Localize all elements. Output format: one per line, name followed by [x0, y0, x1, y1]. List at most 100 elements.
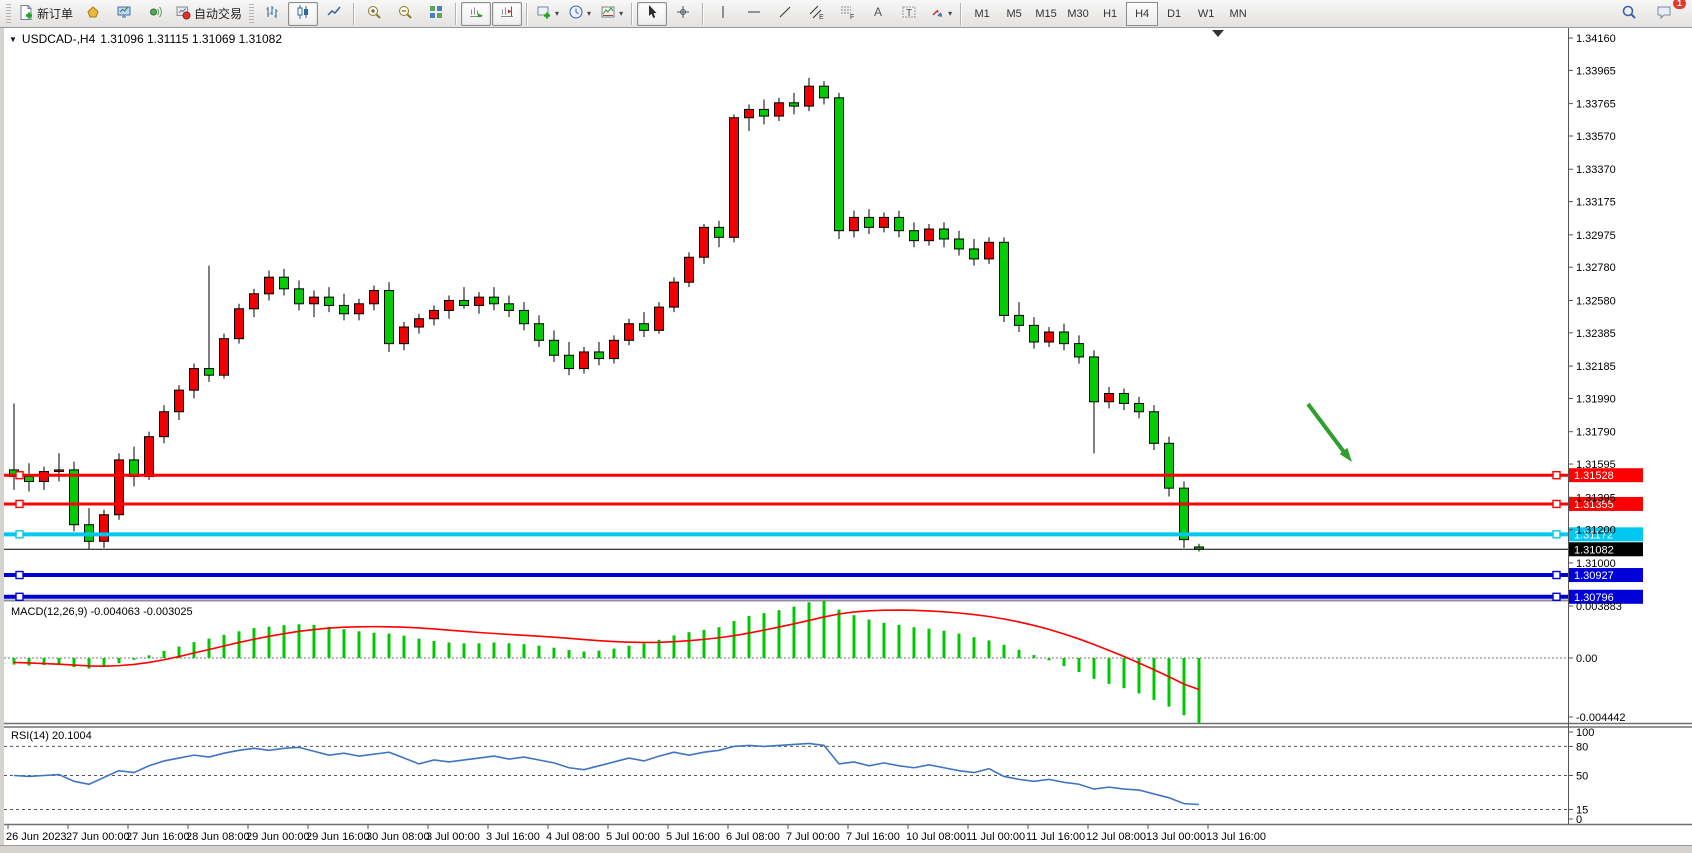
timeframe-M30[interactable]: M30	[1062, 2, 1094, 26]
svg-text:1.32975: 1.32975	[1576, 230, 1616, 242]
line-handle[interactable]	[16, 500, 23, 507]
new-order-icon	[18, 4, 34, 23]
trendline-icon	[777, 4, 793, 23]
new-order-button[interactable]: 新订单	[14, 2, 77, 26]
svg-text:1.31790: 1.31790	[1576, 427, 1616, 439]
search-button[interactable]	[1614, 2, 1644, 26]
svg-text:A: A	[874, 5, 882, 19]
svg-text:27 Jun 16:00: 27 Jun 16:00	[126, 831, 190, 843]
vertical-line-button[interactable]	[708, 2, 738, 26]
svg-text:13 Jul 16:00: 13 Jul 16:00	[1206, 831, 1266, 843]
horizontal-line-button[interactable]	[739, 2, 769, 26]
gold-button[interactable]	[78, 2, 108, 26]
new-chart-button[interactable]: ▾	[532, 2, 563, 26]
line-handle[interactable]	[16, 572, 23, 579]
svg-text:1.31595: 1.31595	[1576, 459, 1616, 471]
line-handle[interactable]	[1553, 472, 1560, 479]
cursor-button[interactable]	[637, 2, 667, 26]
svg-text:1.34160: 1.34160	[1576, 33, 1616, 45]
text-label-button[interactable]: T	[894, 2, 924, 26]
toolbar-grip[interactable]	[6, 4, 11, 24]
fibonacci-button[interactable]: F	[832, 2, 862, 26]
auto-scroll-button[interactable]	[461, 2, 491, 26]
line-chart-button[interactable]	[319, 2, 349, 26]
svg-text:1.30927: 1.30927	[1574, 570, 1614, 582]
chart-shift-button[interactable]	[492, 2, 522, 26]
toolbar-grip[interactable]	[249, 4, 254, 24]
tile-windows-button[interactable]	[421, 2, 451, 26]
announcement-button[interactable]	[140, 2, 170, 26]
candlestick-chart-icon	[295, 4, 311, 23]
window-bottom-edge	[0, 845, 1692, 853]
zoom-in-button[interactable]	[359, 2, 389, 26]
svg-text:5 Jul 16:00: 5 Jul 16:00	[666, 831, 720, 843]
line-handle[interactable]	[1553, 593, 1560, 600]
text-button[interactable]: A	[863, 2, 893, 26]
candles-layer	[10, 78, 1204, 552]
timeframe-MN[interactable]: MN	[1222, 2, 1254, 26]
svg-text:1.31200: 1.31200	[1576, 525, 1616, 537]
svg-text:1.31395: 1.31395	[1576, 492, 1616, 504]
speaker-icon	[147, 4, 163, 23]
timeframe-D1[interactable]: D1	[1158, 2, 1190, 26]
chart-window[interactable]: 1.315281.313551.311721.309271.307961.310…	[4, 28, 1692, 845]
chart-shift-icon	[499, 4, 515, 23]
gold-nugget-icon	[85, 4, 101, 23]
auto-trading-button[interactable]: 自动交易	[171, 2, 246, 26]
time-axis[interactable]: 26 Jun 202327 Jun 00:0027 Jun 16:0028 Ju…	[6, 825, 1266, 843]
svg-text:28 Jun 08:00: 28 Jun 08:00	[186, 831, 250, 843]
fibonacci-icon: F	[839, 4, 855, 23]
trendline-button[interactable]	[770, 2, 800, 26]
auto-trading-label: 自动交易	[194, 5, 242, 22]
auto-trading-icon	[175, 4, 191, 23]
candlestick-chart-button[interactable]	[288, 2, 318, 26]
zoom-out-button[interactable]	[390, 2, 420, 26]
market-watch-button[interactable]	[109, 2, 139, 26]
svg-text:1.31000: 1.31000	[1576, 558, 1616, 570]
channel-icon: E	[808, 4, 824, 23]
timeframe-M1[interactable]: M1	[966, 2, 998, 26]
chart-monitor-icon	[116, 4, 132, 23]
equidistant-channel-button[interactable]: E	[801, 2, 831, 26]
svg-text:1.31528: 1.31528	[1574, 470, 1614, 482]
svg-text:1.32580: 1.32580	[1576, 295, 1616, 307]
svg-text:29 Jun 00:00: 29 Jun 00:00	[246, 831, 310, 843]
timeframe-M5[interactable]: M5	[998, 2, 1030, 26]
rsi-indicator-label: RSI(14) 20.1004	[11, 730, 92, 742]
one-click-trading-arrow-icon[interactable]: ▼	[9, 35, 17, 44]
svg-text:1.32780: 1.32780	[1576, 262, 1616, 274]
svg-text:11 Jul 16:00: 11 Jul 16:00	[1026, 831, 1085, 843]
chart-plot[interactable]: 1.315281.313551.311721.309271.307961.310…	[4, 28, 1692, 845]
bar-chart-button[interactable]	[257, 2, 287, 26]
cursor-icon	[644, 4, 660, 23]
crosshair-button[interactable]	[668, 2, 698, 26]
periods-button[interactable]: ▾	[564, 2, 595, 26]
clock-icon	[568, 4, 584, 23]
templates-button[interactable]: ▾	[596, 2, 627, 26]
auto-scroll-icon	[468, 4, 484, 23]
line-handle[interactable]	[1553, 531, 1560, 538]
line-handle[interactable]	[16, 593, 23, 600]
chat-bubble-icon	[1656, 4, 1674, 23]
toolbar-separator	[526, 3, 528, 25]
main-toolbar: 新订单 自动交易	[0, 0, 1692, 28]
timeframe-H1[interactable]: H1	[1094, 2, 1126, 26]
ohlc-values-label: 1.31096 1.31115 1.31069 1.31082	[100, 32, 282, 46]
line-handle[interactable]	[1553, 500, 1560, 507]
notifications-button[interactable]: 1	[1650, 2, 1680, 26]
line-handle[interactable]	[16, 531, 23, 538]
hline-objects: 1.315281.313551.311721.309271.30796	[4, 468, 1643, 604]
annotation-arrow[interactable]	[1308, 404, 1352, 462]
svg-text:11 Jul 00:00: 11 Jul 00:00	[966, 831, 1025, 843]
arrows-icon	[929, 4, 945, 23]
svg-text:1.33370: 1.33370	[1576, 164, 1616, 176]
panel-frames	[4, 28, 1692, 825]
arrows-tool-button[interactable]: ▾	[925, 2, 956, 26]
timeframe-W1[interactable]: W1	[1190, 2, 1222, 26]
timeframe-H4[interactable]: H4	[1126, 2, 1158, 26]
line-handle[interactable]	[1553, 572, 1560, 579]
timeframe-M15[interactable]: M15	[1030, 2, 1062, 26]
price-axis[interactable]: 1.341601.339651.337651.335701.333701.331…	[1568, 33, 1616, 570]
bar-chart-icon	[264, 4, 280, 23]
line-handle[interactable]	[16, 472, 23, 479]
